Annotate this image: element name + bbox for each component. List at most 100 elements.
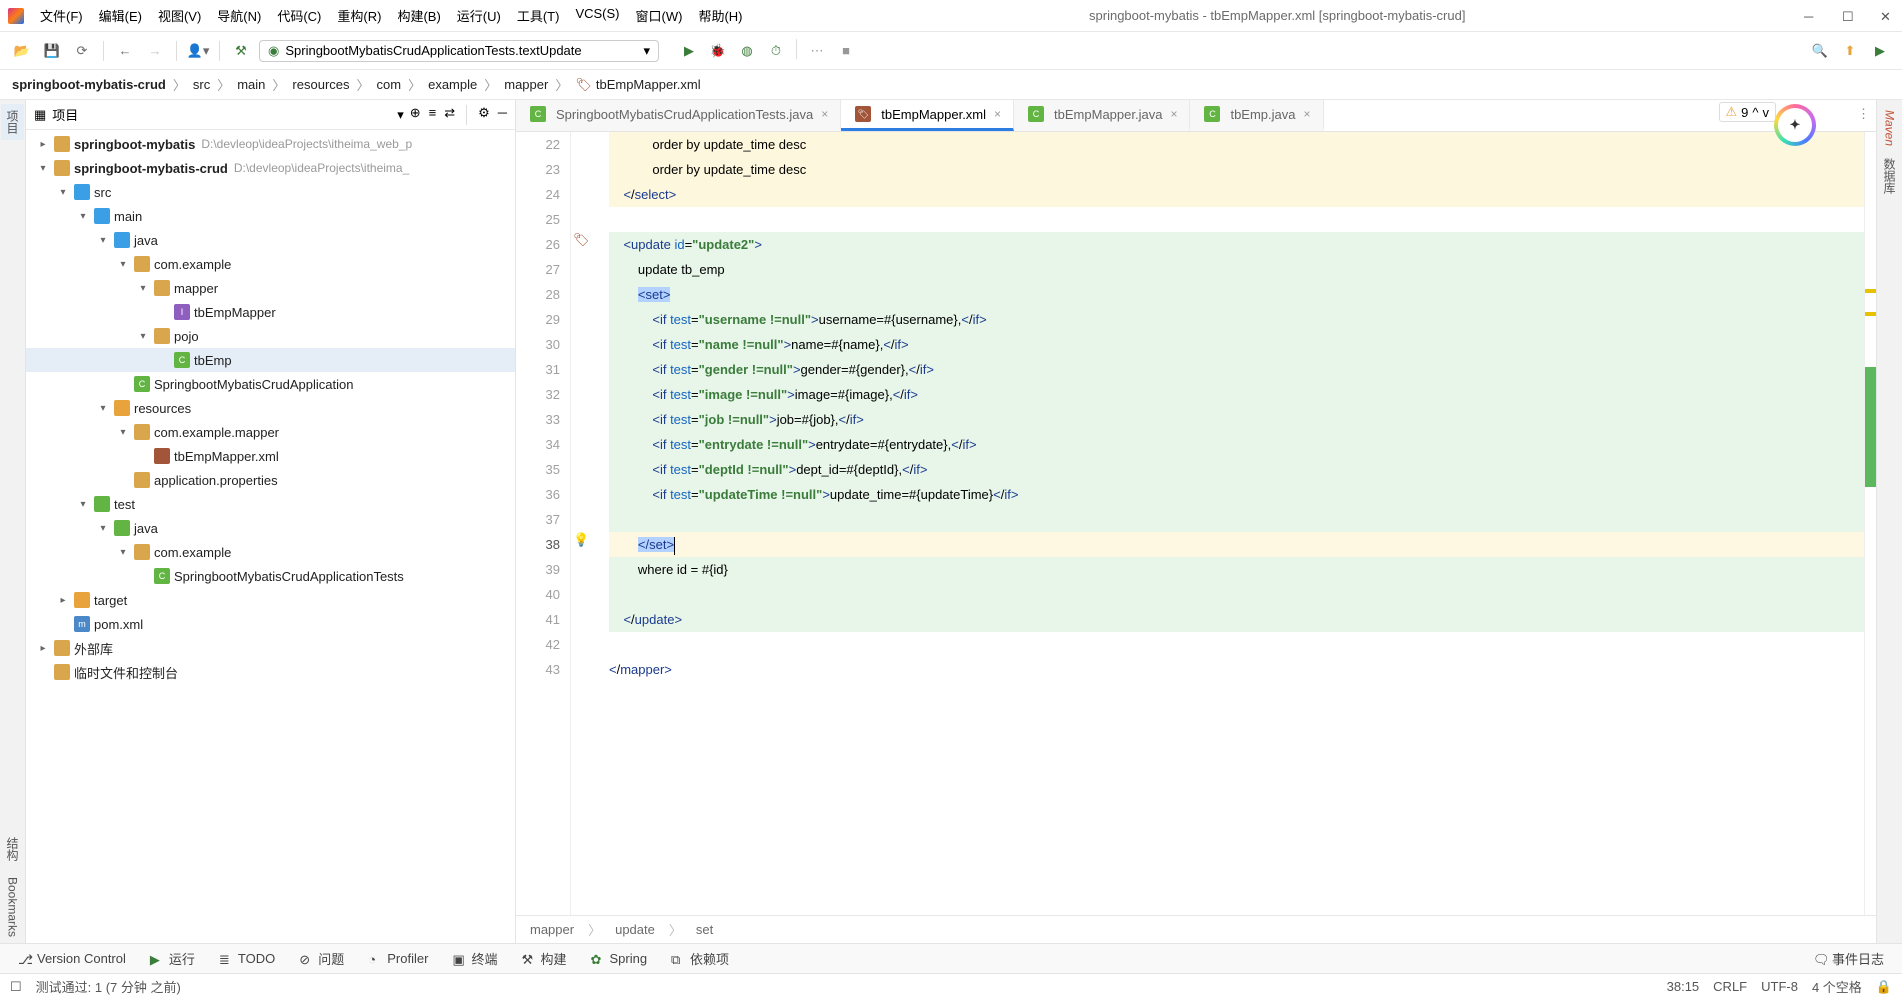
tab-menu-icon[interactable]: ⋮ (1857, 106, 1870, 122)
dropdown-icon[interactable]: ▾ (397, 107, 404, 123)
crumb[interactable]: example (428, 77, 477, 92)
gutter-tab-bookmarks[interactable]: Bookmarks (3, 871, 23, 943)
update-icon[interactable]: ⬆ (1838, 39, 1862, 63)
gutter-tab-database[interactable]: 数据库 (1878, 152, 1901, 200)
menu-code[interactable]: 代码(C) (269, 3, 329, 28)
tool-window-icon[interactable]: ☐ (10, 979, 22, 995)
refresh-icon[interactable]: ⟳ (70, 39, 94, 63)
menu-file[interactable]: 文件(F) (32, 3, 91, 28)
editor-body[interactable]: 2223242526272829303132333435363738394041… (516, 132, 1876, 915)
tree-node[interactable]: ▸target (26, 588, 515, 612)
project-tree[interactable]: ▸springboot-mybatisD:\devleop\ideaProjec… (26, 130, 515, 943)
crumb[interactable]: resources (292, 77, 349, 92)
tree-node[interactable]: ▾springboot-mybatis-crudD:\devleop\ideaP… (26, 156, 515, 180)
bt-spring[interactable]: ✿Spring (580, 949, 657, 968)
tree-node[interactable]: tbEmpMapper.xml (26, 444, 515, 468)
crumb[interactable]: mapper (504, 77, 548, 92)
fold-gutter[interactable] (591, 132, 605, 915)
file-encoding[interactable]: UTF-8 (1761, 979, 1798, 994)
crumb-file[interactable]: tbEmpMapper.xml (596, 77, 701, 92)
minimize-icon[interactable]: ─ (1804, 9, 1818, 23)
crumb-root[interactable]: springboot-mybatis-crud (12, 77, 166, 92)
line-separator[interactable]: CRLF (1713, 979, 1747, 994)
ai-icon[interactable]: ▶ (1868, 39, 1892, 63)
crumb[interactable]: main (237, 77, 265, 92)
menu-window[interactable]: 窗口(W) (628, 3, 691, 28)
menu-run[interactable]: 运行(U) (449, 3, 509, 28)
tree-node[interactable]: ▾mapper (26, 276, 515, 300)
menu-build[interactable]: 构建(B) (389, 3, 448, 28)
collapse-icon[interactable]: ⇄ (444, 105, 455, 125)
inspection-strip[interactable]: ⚠9 ^ v (1719, 102, 1777, 122)
tree-node[interactable]: ▾java (26, 516, 515, 540)
bt-event-log[interactable]: 🗨事件日志 (1803, 947, 1894, 970)
bt-vcs[interactable]: ⎇Version Control (8, 949, 136, 968)
maximize-icon[interactable]: ☐ (1842, 9, 1856, 23)
ed-crumb[interactable]: update (615, 922, 655, 937)
gutter-tab-project[interactable]: 项目 (1, 104, 24, 140)
inspection-scrollbar[interactable] (1864, 132, 1876, 915)
profile-icon[interactable]: ⏱ (764, 39, 788, 63)
tree-node[interactable]: application.properties (26, 468, 515, 492)
lock-icon[interactable]: 🔒 (1876, 979, 1892, 995)
tree-node[interactable]: CtbEmp (26, 348, 515, 372)
tree-node[interactable]: mpom.xml (26, 612, 515, 636)
person-icon[interactable]: 👤▾ (186, 39, 210, 63)
coverage-icon[interactable]: ◍ (735, 39, 759, 63)
bt-build[interactable]: ⚒构建 (511, 947, 576, 970)
menu-vcs[interactable]: VCS(S) (567, 3, 627, 28)
tab-close-icon[interactable]: × (1168, 107, 1179, 121)
menu-tools[interactable]: 工具(T) (509, 3, 568, 28)
tree-node[interactable]: ▾src (26, 180, 515, 204)
tab-close-icon[interactable]: × (1302, 107, 1313, 121)
tree-node[interactable]: ▸外部库 (26, 636, 515, 660)
hide-icon[interactable]: ─ (498, 105, 507, 125)
settings-icon[interactable]: ⚙ (478, 105, 490, 125)
bt-run[interactable]: ▶运行 (140, 947, 205, 970)
tab-close-icon[interactable]: × (992, 107, 1003, 121)
forward-icon[interactable]: → (143, 39, 167, 63)
tree-node[interactable]: ▾com.example (26, 252, 515, 276)
menu-help[interactable]: 帮助(H) (690, 3, 750, 28)
bulb-icon[interactable]: 💡 (573, 532, 589, 548)
caret-position[interactable]: 38:15 (1667, 979, 1700, 994)
bt-todo[interactable]: ≣TODO (209, 949, 285, 968)
tab-emp-java[interactable]: CtbEmp.java× (1190, 100, 1323, 131)
tree-node[interactable]: ItbEmpMapper (26, 300, 515, 324)
bt-deps[interactable]: ⧉依赖项 (661, 947, 739, 970)
tree-node[interactable]: ▾pojo (26, 324, 515, 348)
bt-problems[interactable]: ⊘问题 (289, 947, 354, 970)
mapper-gutter-icon[interactable]: 🏷 (573, 232, 590, 248)
attach-icon[interactable]: ⋯ (805, 39, 829, 63)
code-content[interactable]: order by update_time desc order by updat… (605, 132, 1864, 915)
crumb[interactable]: com (377, 77, 402, 92)
tree-node[interactable]: CSpringbootMybatisCrudApplicationTests (26, 564, 515, 588)
menu-navigate[interactable]: 导航(N) (209, 3, 269, 28)
debug-icon[interactable]: 🐞 (706, 39, 730, 63)
gutter-tab-maven[interactable]: Maven (1880, 104, 1900, 152)
ed-crumb[interactable]: set (696, 922, 713, 937)
menu-refactor[interactable]: 重构(R) (329, 3, 389, 28)
ai-assistant-badge[interactable]: ✦ (1774, 104, 1816, 146)
save-icon[interactable]: 💾 (40, 39, 64, 63)
tree-node[interactable]: 临时文件和控制台 (26, 660, 515, 684)
tab-mapper-java[interactable]: CtbEmpMapper.java× (1014, 100, 1190, 131)
run-config-select[interactable]: ◉ SpringbootMybatisCrudApplicationTests.… (259, 40, 659, 62)
open-icon[interactable]: 📂 (10, 39, 34, 63)
locate-icon[interactable]: ⊕ (410, 105, 421, 125)
menu-view[interactable]: 视图(V) (150, 3, 209, 28)
close-icon[interactable]: ✕ (1880, 9, 1894, 23)
tree-node[interactable]: ▾com.example.mapper (26, 420, 515, 444)
gutter-tab-structure[interactable]: 结构 (1, 831, 24, 867)
tab-xml[interactable]: 🏷tbEmpMapper.xml× (841, 100, 1014, 131)
hammer-icon[interactable]: ⚒ (229, 39, 253, 63)
indent-info[interactable]: 4 个空格 (1812, 977, 1862, 996)
tree-node[interactable]: ▾resources (26, 396, 515, 420)
bt-profiler[interactable]: ◔Profiler (358, 949, 438, 968)
tab-tests[interactable]: CSpringbootMybatisCrudApplicationTests.j… (516, 100, 841, 131)
tree-node[interactable]: ▸springboot-mybatisD:\devleop\ideaProjec… (26, 132, 515, 156)
bt-terminal[interactable]: ▣终端 (442, 947, 507, 970)
stop-icon[interactable]: ■ (834, 39, 858, 63)
tree-node[interactable]: ▾test (26, 492, 515, 516)
menu-edit[interactable]: 编辑(E) (91, 3, 150, 28)
